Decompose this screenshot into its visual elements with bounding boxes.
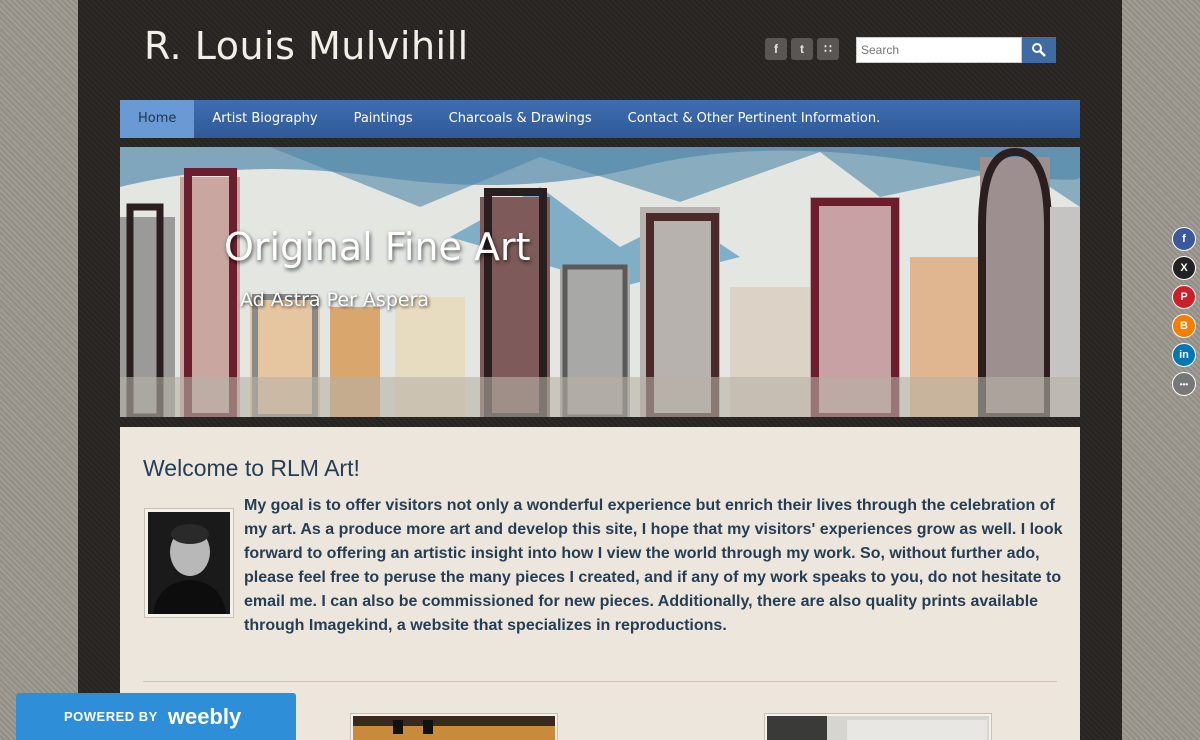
- pinterest-share-icon[interactable]: P: [1172, 285, 1196, 309]
- search-input[interactable]: [856, 37, 1022, 63]
- artist-portrait: [144, 508, 234, 618]
- portrait-image: [148, 512, 230, 614]
- facebook-share-icon[interactable]: f: [1172, 227, 1196, 251]
- content-divider: [143, 681, 1057, 682]
- nav-item-contact[interactable]: Contact & Other Pertinent Information.: [610, 100, 899, 138]
- blogger-share-icon[interactable]: B: [1172, 314, 1196, 338]
- welcome-paragraph: My goal is to offer visitors not only a …: [244, 497, 1063, 634]
- powered-by-label: POWERED BY: [64, 709, 158, 724]
- nav-item-home[interactable]: Home: [120, 100, 195, 138]
- search-button[interactable]: [1022, 37, 1056, 63]
- nav-item-paintings[interactable]: Paintings: [336, 100, 431, 138]
- banner-painting: [120, 147, 1080, 417]
- linkedin-share-icon[interactable]: in: [1172, 343, 1196, 367]
- weebly-badge[interactable]: POWERED BY weebly: [16, 693, 296, 740]
- twitter-icon[interactable]: t: [791, 38, 813, 60]
- hero-banner: Original Fine Art Ad Astra Per Aspera: [120, 147, 1080, 417]
- gallery-thumbnail[interactable]: [764, 713, 992, 740]
- gallery-thumbnail[interactable]: [350, 713, 558, 740]
- facebook-icon[interactable]: f: [765, 38, 787, 60]
- banner-title: Original Fine Art: [224, 225, 531, 269]
- thumbnail-image: [767, 716, 989, 740]
- nav-item-charcoals-drawings[interactable]: Charcoals & Drawings: [431, 100, 610, 138]
- welcome-heading: Welcome to RLM Art!: [143, 455, 360, 481]
- banner-subtitle: Ad Astra Per Aspera: [240, 289, 430, 311]
- page-wrapper: R. Louis Mulvihill f t ∷ Home Artist Bio…: [78, 0, 1122, 740]
- thumbnail-image: [353, 716, 555, 740]
- weebly-logo: weebly: [167, 703, 242, 729]
- search-icon: [1032, 43, 1046, 57]
- share-bar: f X P B in •••: [1172, 227, 1196, 396]
- site-title[interactable]: R. Louis Mulvihill: [144, 24, 469, 68]
- nav-item-artist-biography[interactable]: Artist Biography: [194, 100, 335, 138]
- rss-icon[interactable]: ∷: [817, 38, 839, 60]
- search-box: [856, 37, 1056, 63]
- social-links: f t ∷: [765, 38, 839, 60]
- main-nav: Home Artist Biography Paintings Charcoal…: [120, 100, 1080, 138]
- more-share-icon[interactable]: •••: [1172, 372, 1196, 396]
- x-share-icon[interactable]: X: [1172, 256, 1196, 280]
